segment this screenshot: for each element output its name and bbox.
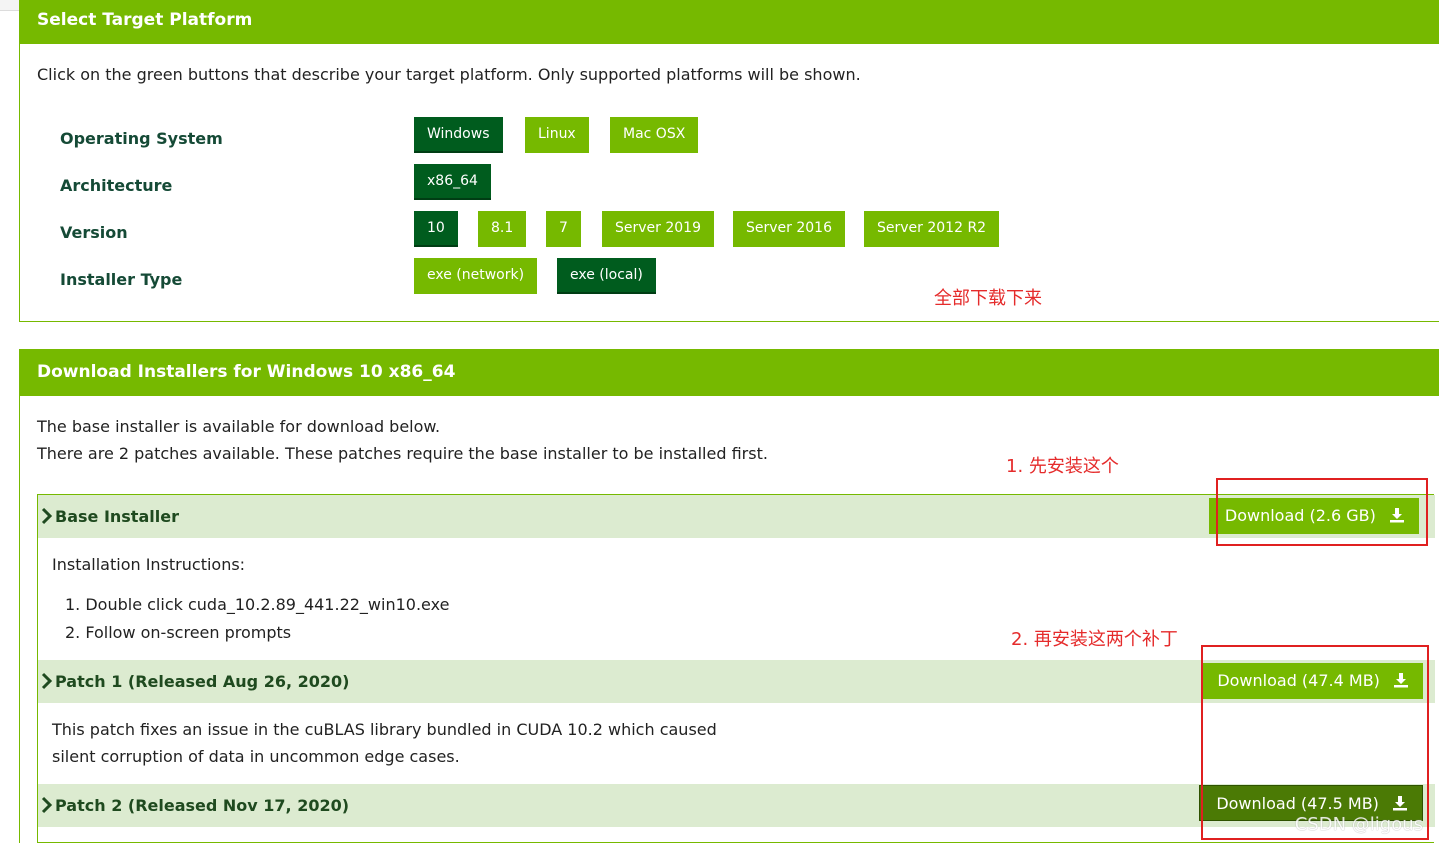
version-option-server-2012-r2[interactable]: Server 2012 R2 [864,211,1000,247]
version-option-7[interactable]: 7 [546,211,581,247]
installers-line-2: There are 2 patches available. These pat… [37,444,768,463]
version-option-server-2016[interactable]: Server 2016 [733,211,845,247]
installation-instructions-heading: Installation Instructions: [52,555,246,574]
instruction-step-2: 2. Follow on-screen prompts [65,623,292,642]
version-option-8-1[interactable]: 8.1 [478,211,527,247]
select-platform-panel: Select Target Platform Click on the gree… [19,0,1439,322]
row-label-architecture: Architecture [60,176,173,195]
os-option-linux[interactable]: Linux [525,117,589,153]
annotation-box-base [1216,478,1428,546]
row-label-version: Version [60,223,128,242]
version-option-10[interactable]: 10 [414,211,458,247]
watermark: CSDN @ligous [1294,814,1423,835]
installers-line-1: The base installer is available for down… [37,417,441,436]
installer-option-exe-local[interactable]: exe (local) [557,258,656,294]
patch-1-description-line-2: silent corruption of data in uncommon ed… [52,747,460,766]
row-label-os: Operating System [60,129,223,148]
annotation-step-1: 1. 先安装这个 [1006,456,1119,477]
base-installer-title: Base Installer [55,507,179,526]
patch-2-title: Patch 2 (Released Nov 17, 2020) [55,796,350,815]
os-option-macosx[interactable]: Mac OSX [610,117,699,153]
arch-option-x86-64[interactable]: x86_64 [414,164,491,200]
panel-title: Download Installers for Windows 10 x86_6… [20,350,1439,396]
installer-option-exe-network[interactable]: exe (network) [414,258,538,294]
patch-1-title: Patch 1 (Released Aug 26, 2020) [55,672,350,691]
version-option-server-2019[interactable]: Server 2019 [602,211,714,247]
row-label-installer-type: Installer Type [60,270,183,289]
panel-title: Select Target Platform [20,0,1439,44]
chevron-right-icon [41,672,53,690]
annotation-box-patches [1201,645,1429,840]
annotation-download-all: 全部下载下来 [934,288,1042,309]
chevron-right-icon [41,796,53,814]
os-option-windows[interactable]: Windows [414,117,503,153]
patch-1-description-line-1: This patch fixes an issue in the cuBLAS … [52,720,717,739]
instruction-step-1: 1. Double click cuda_10.2.89_441.22_win1… [65,595,450,614]
chevron-right-icon [41,507,53,525]
platform-description: Click on the green buttons that describe… [37,65,861,84]
